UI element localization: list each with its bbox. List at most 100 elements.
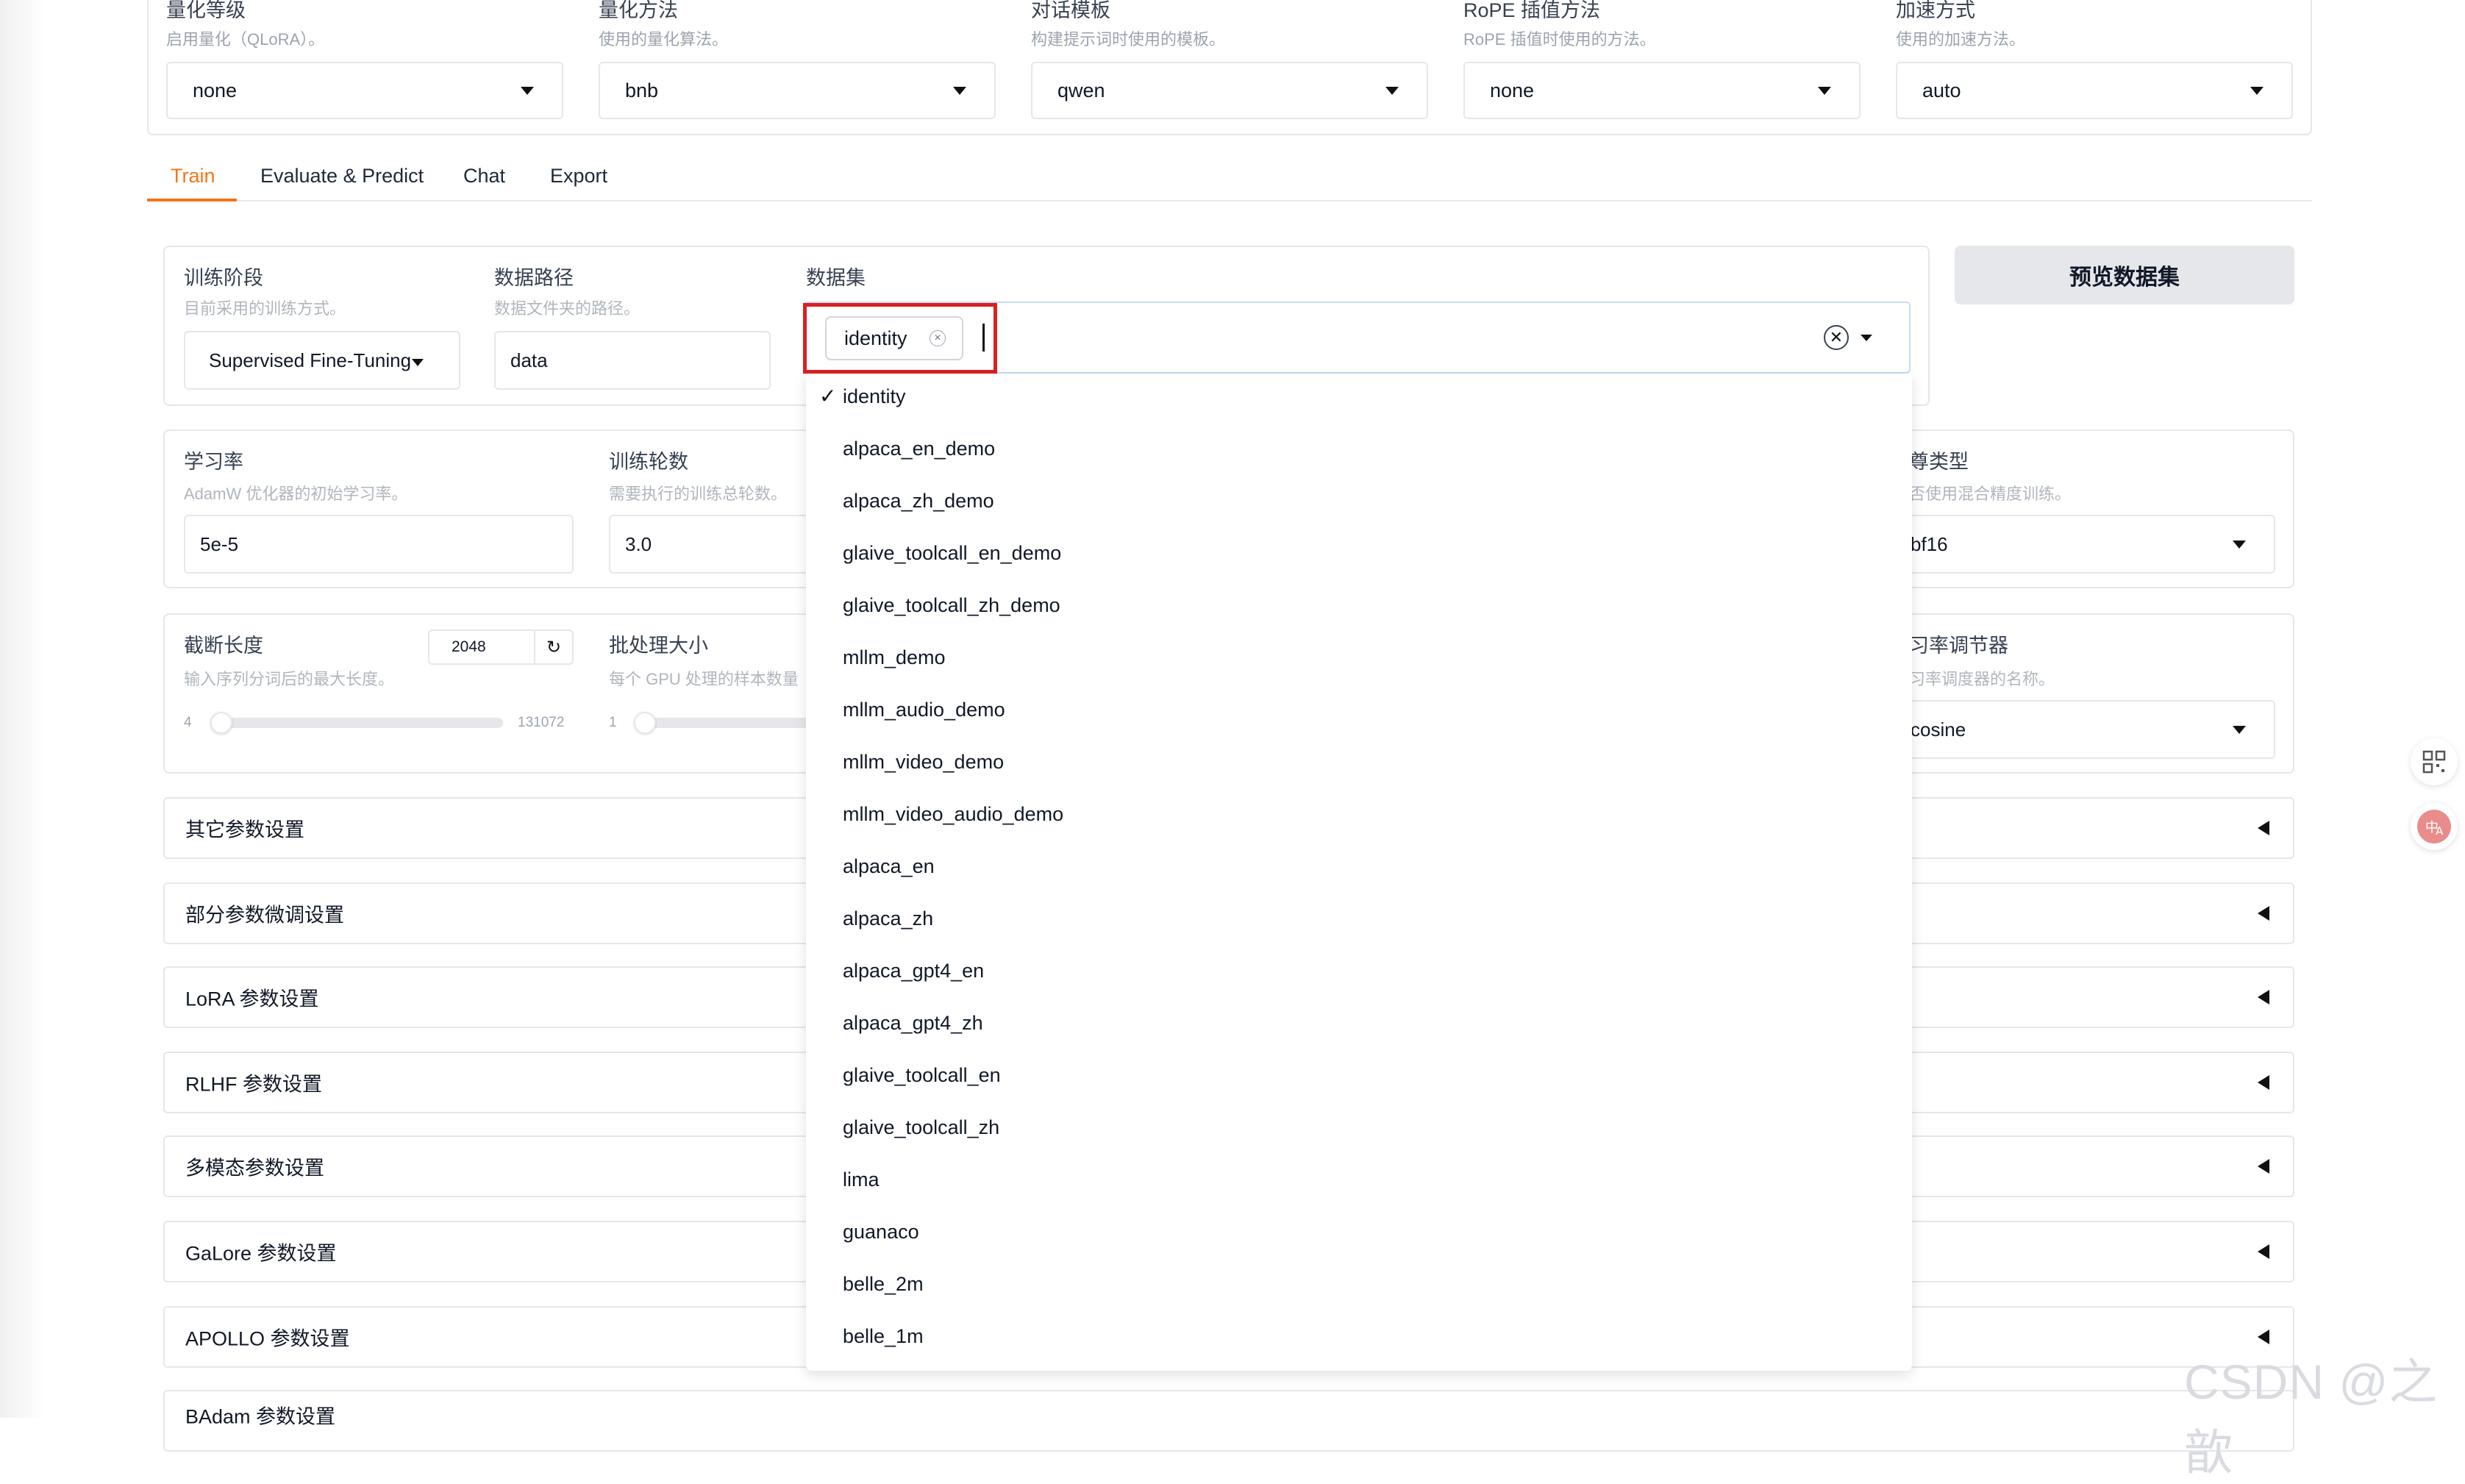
dropdown-option[interactable]: alpaca_en_demo bbox=[843, 438, 995, 460]
cutoff-len-max: 131072 bbox=[518, 715, 565, 730]
accordion-title: GaLore 参数设置 bbox=[185, 1242, 337, 1265]
dropdown-option[interactable]: alpaca_zh bbox=[843, 907, 933, 930]
dropdown-option[interactable]: identity bbox=[843, 385, 906, 408]
dropdown-option[interactable]: mllm_audio_demo bbox=[843, 699, 1005, 721]
rope-value: none bbox=[1490, 79, 1535, 101]
quant-level-label: 量化等级 bbox=[166, 0, 246, 21]
chevron-down-icon bbox=[2250, 87, 2264, 95]
check-icon: ✓ bbox=[819, 385, 837, 407]
booster-select[interactable]: auto bbox=[1896, 62, 2293, 119]
dataset-dropdown-menu: ✓ identity alpaca_en_demo alpaca_zh_demo… bbox=[806, 374, 1912, 1371]
tab-evaluate-predict[interactable]: Evaluate & Predict bbox=[260, 165, 424, 200]
rope-select[interactable]: none bbox=[1463, 62, 1861, 119]
accordion-title: RLHF 参数设置 bbox=[185, 1073, 323, 1096]
dropdown-option[interactable]: alpaca_en bbox=[843, 855, 935, 878]
svg-text:A: A bbox=[2436, 824, 2444, 838]
dropdown-option[interactable]: guanaco bbox=[843, 1221, 919, 1244]
lr-scheduler-value: cosine bbox=[1911, 718, 1966, 741]
quant-level-select[interactable]: none bbox=[166, 62, 563, 119]
chevron-down-icon bbox=[521, 87, 534, 95]
rope-label: RoPE 插值方法 bbox=[1463, 0, 1601, 21]
dropdown-option[interactable]: lima bbox=[843, 1169, 880, 1191]
clear-icon[interactable]: ✕ bbox=[1824, 325, 1849, 350]
epochs-input[interactable]: 3.0 bbox=[609, 515, 815, 574]
accordion-title: 部分参数微调设置 bbox=[185, 904, 344, 927]
chevron-down-icon[interactable] bbox=[1861, 335, 1872, 341]
tab-export[interactable]: Export bbox=[550, 165, 607, 200]
dropdown-option[interactable]: alpaca_gpt4_zh bbox=[843, 1012, 983, 1035]
caret-left-icon bbox=[2258, 1244, 2269, 1259]
batch-size-slider-track[interactable] bbox=[634, 718, 810, 728]
booster-value: auto bbox=[1922, 79, 1961, 101]
data-dir-label: 数据路径 bbox=[494, 267, 574, 289]
quant-method-value: bnb bbox=[625, 79, 659, 101]
cutoff-len-number-input[interactable]: 2048 bbox=[428, 629, 535, 665]
compute-type-label: 尊类型 bbox=[1909, 451, 1969, 473]
lr-scheduler-desc: 习率调度器的名称。 bbox=[1909, 670, 2055, 688]
data-dir-desc: 数据文件夹的路径。 bbox=[494, 299, 641, 318]
compute-type-desc: 否使用混合精度训练。 bbox=[1909, 485, 2072, 503]
accordion-badam-params[interactable]: BAdam 参数设置 bbox=[163, 1390, 2294, 1452]
lr-scheduler-select[interactable]: cosine bbox=[1906, 700, 2275, 759]
dropdown-option[interactable]: belle_2m bbox=[843, 1273, 924, 1296]
batch-size-min: 1 bbox=[609, 715, 617, 730]
cutoff-len-desc: 输入序列分词后的最大长度。 bbox=[184, 670, 395, 688]
caret-left-icon bbox=[2258, 1159, 2269, 1174]
chevron-down-icon bbox=[1385, 87, 1399, 95]
cutoff-len-label: 截断长度 bbox=[184, 635, 263, 657]
learning-rate-desc: AdamW 优化器的初始学习率。 bbox=[184, 485, 408, 503]
dropdown-option[interactable]: mllm_demo bbox=[843, 646, 946, 669]
dropdown-option[interactable]: alpaca_zh_demo bbox=[843, 490, 994, 513]
active-tab-indicator bbox=[147, 199, 237, 201]
dropdown-option[interactable]: glaive_toolcall_zh_demo bbox=[843, 594, 1060, 617]
batch-size-label: 批处理大小 bbox=[609, 635, 708, 657]
qr-code-icon[interactable] bbox=[2411, 738, 2458, 785]
caret-left-icon bbox=[2258, 1330, 2269, 1344]
dropdown-option[interactable]: glaive_toolcall_en bbox=[843, 1064, 1001, 1087]
batch-size-slider-thumb[interactable] bbox=[634, 712, 656, 734]
learning-rate-input[interactable]: 5e-5 bbox=[184, 515, 574, 574]
dropdown-option[interactable]: glaive_toolcall_zh bbox=[843, 1116, 999, 1139]
tab-bar-divider bbox=[147, 200, 2312, 201]
stage-label: 训练阶段 bbox=[184, 267, 263, 289]
window-edge-shade bbox=[0, 0, 44, 1418]
caret-left-icon bbox=[2258, 906, 2269, 921]
chevron-down-icon bbox=[2233, 726, 2246, 734]
stage-desc: 目前采用的训练方式。 bbox=[184, 299, 346, 318]
cutoff-len-slider-track[interactable] bbox=[210, 718, 503, 728]
template-label: 对话模板 bbox=[1031, 0, 1110, 21]
accordion-title: BAdam 参数设置 bbox=[185, 1405, 336, 1428]
data-dir-input[interactable]: data bbox=[494, 331, 771, 390]
accordion-title: APOLLO 参数设置 bbox=[185, 1327, 350, 1350]
cutoff-len-min: 4 bbox=[184, 715, 192, 730]
accordion-title: LoRA 参数设置 bbox=[185, 988, 319, 1010]
dropdown-option[interactable]: alpaca_gpt4_en bbox=[843, 960, 984, 982]
chevron-down-icon bbox=[412, 359, 424, 366]
quant-method-desc: 使用的量化算法。 bbox=[599, 30, 729, 49]
chevron-down-icon bbox=[1818, 87, 1831, 95]
compute-type-select[interactable]: bf16 bbox=[1906, 515, 2275, 574]
tab-train[interactable]: Train bbox=[171, 165, 215, 200]
preview-dataset-button[interactable]: 预览数据集 bbox=[1955, 246, 2294, 304]
dropdown-option[interactable]: mllm_video_audio_demo bbox=[843, 803, 1063, 826]
quant-method-select[interactable]: bnb bbox=[599, 62, 996, 119]
quant-method-label: 量化方法 bbox=[599, 0, 678, 21]
dropdown-option[interactable]: glaive_toolcall_en_demo bbox=[843, 542, 1061, 565]
template-desc: 构建提示词时使用的模板。 bbox=[1031, 30, 1226, 49]
booster-label: 加速方式 bbox=[1896, 0, 1975, 21]
stage-value: Supervised Fine-Tuning bbox=[209, 349, 412, 371]
caret-left-icon bbox=[2258, 1075, 2269, 1090]
stage-select[interactable]: Supervised Fine-Tuning bbox=[184, 331, 460, 390]
tab-chat[interactable]: Chat bbox=[463, 165, 505, 200]
highlight-annotation-box bbox=[803, 303, 997, 374]
cutoff-len-slider-thumb[interactable] bbox=[210, 712, 232, 734]
translate-icon[interactable]: 中 A bbox=[2411, 803, 2458, 850]
reset-icon[interactable]: ↻ bbox=[534, 629, 574, 665]
booster-desc: 使用的加速方法。 bbox=[1896, 30, 2026, 49]
dropdown-option[interactable]: mllm_video_demo bbox=[843, 751, 1004, 774]
template-select[interactable]: qwen bbox=[1031, 62, 1428, 119]
lr-scheduler-label: 习率调节器 bbox=[1909, 635, 2008, 657]
compute-type-value: bf16 bbox=[1911, 532, 1948, 555]
batch-size-desc: 每个 GPU 处理的样本数量 bbox=[609, 670, 799, 688]
dropdown-option[interactable]: belle_1m bbox=[843, 1325, 924, 1348]
